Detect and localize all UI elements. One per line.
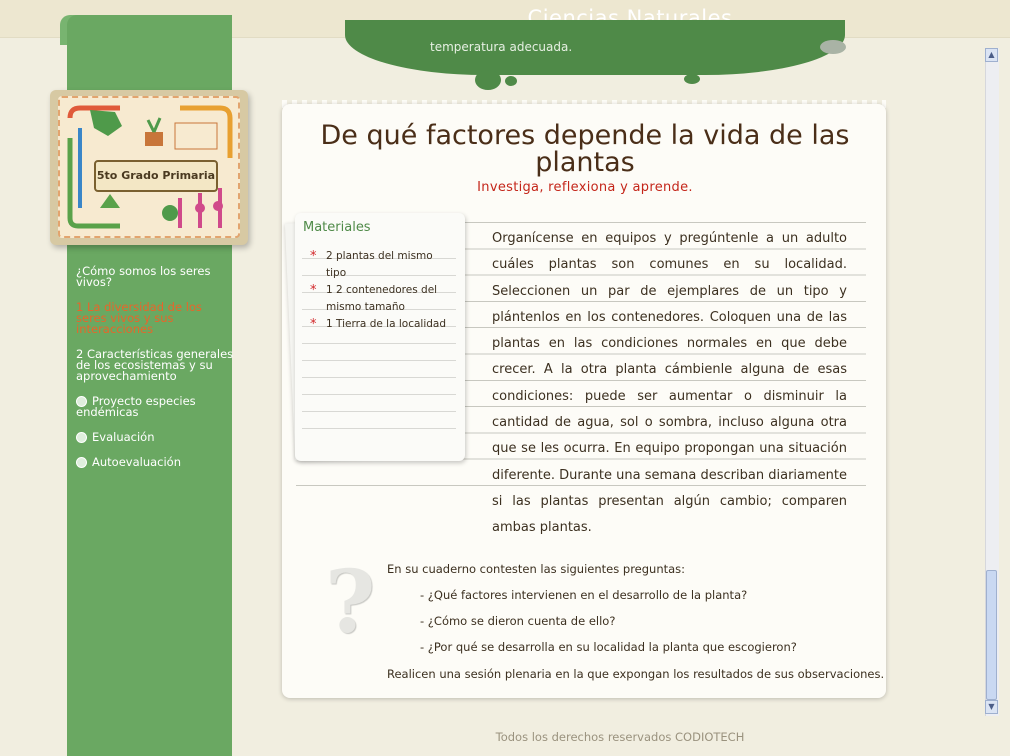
question-item: - ¿Qué factores intervienen en el desarr… bbox=[420, 588, 748, 602]
question-item: - ¿Cómo se dieron cuenta de ello? bbox=[420, 614, 616, 628]
list-item: * 2 plantas del mismo tipo bbox=[310, 249, 433, 279]
sidebar-item-proyecto[interactable]: Proyecto especies endémicas bbox=[76, 394, 236, 419]
sidebar-item-autoevaluacion[interactable]: Autoevaluación bbox=[76, 455, 236, 469]
bullet-icon bbox=[76, 457, 87, 468]
cloud-drop bbox=[820, 40, 846, 54]
instructions-paragraph: Organícense en equipos y pregúntenle a u… bbox=[492, 231, 847, 536]
sidebar-item-label: Autoevaluación bbox=[92, 455, 182, 469]
list-item: * 1 2 contenedores del mismo tamaño bbox=[310, 283, 438, 313]
materials-list: * 2 plantas del mismo tipo * 1 2 contenedo… bbox=[310, 248, 455, 333]
cloud-text: temperatura adecuada. bbox=[430, 40, 573, 54]
sidebar-item-label: Proyecto especies endémicas bbox=[76, 394, 196, 419]
sidebar-item-seres-vivos[interactable]: ¿Cómo somos los seres vivos? bbox=[76, 264, 236, 289]
sidebar-item-evaluacion[interactable]: Evaluación bbox=[76, 430, 236, 444]
bullet-icon bbox=[76, 432, 87, 443]
asterisk-icon: * bbox=[310, 249, 317, 264]
grade-badge: 5to Grado Primaria bbox=[94, 160, 218, 192]
materials-title: Materiales bbox=[303, 220, 371, 235]
questions-intro: En su cuaderno contesten las siguientes … bbox=[387, 562, 686, 576]
footer-copyright: Todos los derechos reservados CODIOTECH bbox=[495, 730, 745, 744]
sidebar-item-label: 2 Características generales de los ecosi… bbox=[76, 347, 234, 383]
page-subtitle: Investiga, reflexiona y aprende. bbox=[477, 180, 693, 195]
list-item: * 1 Tierra de la localidad bbox=[310, 317, 447, 332]
sidebar-item-label: Evaluación bbox=[92, 430, 155, 444]
book-cover[interactable]: 5to Grado Primaria bbox=[50, 90, 248, 245]
scrollbar-thumb[interactable] bbox=[986, 570, 997, 700]
book-cover-art: 5to Grado Primaria bbox=[58, 96, 240, 238]
question-mark-icon: ? bbox=[325, 552, 376, 653]
page-title: De qué factores depende la vida de las p… bbox=[320, 120, 850, 178]
cloud-drop bbox=[684, 74, 700, 84]
cloud-drop bbox=[475, 70, 501, 90]
sidebar-item-ecosistemas[interactable]: 2 Características generales de los ecosi… bbox=[76, 347, 236, 383]
question-item: - ¿Por qué se desarrolla en su localidad… bbox=[420, 640, 797, 654]
scroll-up-button[interactable]: ▲ bbox=[985, 48, 998, 62]
questions-outro: Realicen una sesión plenaria en la que e… bbox=[387, 667, 885, 681]
asterisk-icon: * bbox=[310, 283, 317, 298]
cloud-banner bbox=[345, 20, 845, 75]
cloud-drop bbox=[505, 76, 517, 86]
sidebar-item-label: 1 La diversidad de los seres vivos y sus… bbox=[76, 300, 202, 336]
asterisk-icon: * bbox=[310, 317, 317, 332]
sidebar-item-label: ¿Cómo somos los seres vivos? bbox=[76, 264, 211, 289]
sidebar-item-diversidad[interactable]: 1 La diversidad de los seres vivos y sus… bbox=[76, 300, 236, 336]
sidebar-menu: ¿Cómo somos los seres vivos? 1 La divers… bbox=[76, 264, 236, 482]
scroll-down-button[interactable]: ▼ bbox=[985, 700, 998, 714]
